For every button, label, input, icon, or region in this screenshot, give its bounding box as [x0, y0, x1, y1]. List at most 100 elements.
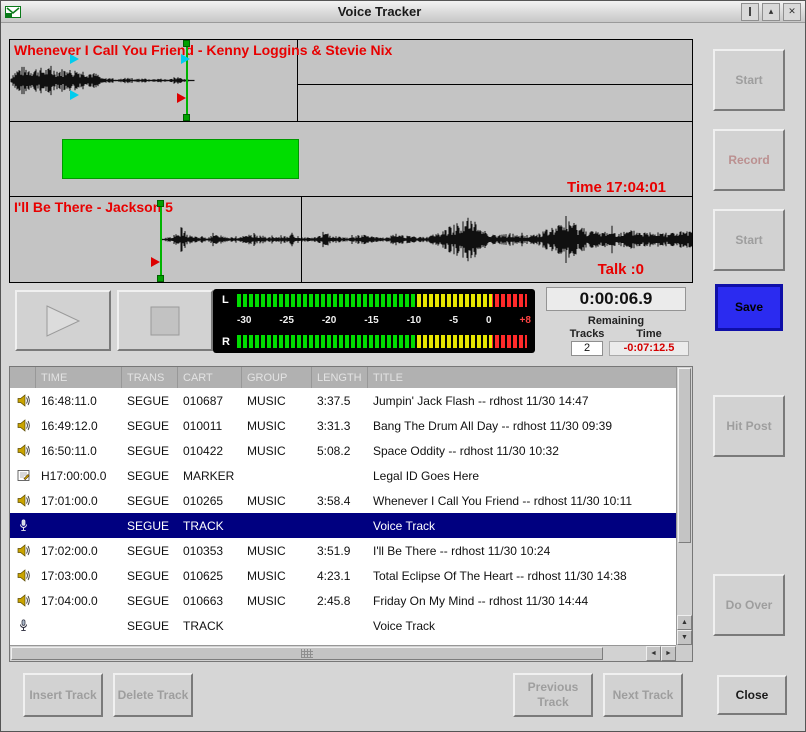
hit-post-button[interactable]: Hit Post: [713, 395, 785, 457]
remaining-time-label: Time: [619, 328, 679, 340]
fade-marker-icon[interactable]: [70, 90, 79, 100]
cell-title: Space Oddity -- rdhost 11/30 10:32: [368, 444, 676, 458]
scroll-left-button[interactable]: ◄: [646, 646, 661, 661]
cell-cart: TRACK: [178, 519, 242, 533]
column-trans[interactable]: TRANS: [122, 367, 178, 388]
scroll-up-button[interactable]: ▲: [677, 615, 692, 630]
delete-track-button[interactable]: Delete Track: [113, 673, 193, 717]
cell-time: 16:49:12.0: [36, 419, 122, 433]
scale-overload-tick: +8: [520, 315, 531, 326]
column-group[interactable]: GROUP: [242, 367, 312, 388]
speaker-icon: [10, 569, 36, 582]
track-start-cursor[interactable]: [186, 40, 188, 121]
column-icon: [10, 367, 36, 388]
meter-left-bar: [237, 294, 527, 307]
arrow-up-icon: ▲: [681, 619, 688, 626]
current-time-caption: Time 17:04:01: [567, 179, 666, 196]
shade-button[interactable]: ▴: [762, 3, 780, 21]
cell-group: MUSIC: [242, 569, 312, 583]
shade-icon: ▴: [769, 6, 774, 17]
table-row-selected[interactable]: SEGUE TRACK Voice Track: [10, 513, 676, 538]
log-table: TIME TRANS CART GROUP LENGTH TITLE 16:48…: [9, 366, 693, 662]
scroll-right-button[interactable]: ►: [661, 646, 676, 661]
pin-button[interactable]: [741, 3, 759, 21]
scale-tick: -30: [237, 315, 251, 326]
table-row[interactable]: H17:00:00.0 SEGUE MARKER Legal ID Goes H…: [10, 463, 676, 488]
column-time[interactable]: TIME: [36, 367, 122, 388]
stop-icon: [150, 306, 180, 336]
titlebar[interactable]: Voice Tracker ▴ ✕: [1, 1, 805, 23]
table-row[interactable]: 16:48:11.0 SEGUE 010687 MUSIC 3:37.5 Jum…: [10, 388, 676, 413]
record-button[interactable]: Record: [713, 129, 785, 191]
stop-button[interactable]: [117, 290, 213, 351]
remaining-label: Remaining: [546, 315, 686, 327]
track-start-cursor[interactable]: [160, 202, 162, 282]
arrow-left-icon: ◄: [650, 650, 657, 657]
talk-time-caption: Talk :0: [598, 261, 644, 278]
cell-time: 17:03:00.0: [36, 569, 122, 583]
scale-tick: -15: [364, 315, 378, 326]
start-track2-button[interactable]: Start: [713, 209, 785, 271]
button-label: Record: [728, 153, 769, 168]
close-window-button[interactable]: ✕: [783, 3, 801, 21]
remaining-tracks-value: 2: [571, 341, 603, 356]
previous-track-button[interactable]: Previous Track: [513, 673, 593, 717]
insert-track-button[interactable]: Insert Track: [23, 673, 103, 717]
table-row[interactable]: 17:03:00.0 SEGUE 010625 MUSIC 4:23.1 Tot…: [10, 563, 676, 588]
table-row[interactable]: 17:01:00.0 SEGUE 010265 MUSIC 3:58.4 Whe…: [10, 488, 676, 513]
next-track-button[interactable]: Next Track: [603, 673, 683, 717]
vertical-scrollbar-thumb[interactable]: [678, 368, 691, 543]
meter-right-bar: [237, 335, 527, 348]
table-row[interactable]: SEGUE TRACK Voice Track: [10, 613, 676, 638]
voice-track-region[interactable]: [62, 139, 299, 179]
close-icon: ✕: [788, 6, 796, 17]
voicetrack-strip[interactable]: Time 17:04:01: [10, 122, 692, 197]
cell-title: Jumpin' Jack Flash -- rdhost 11/30 14:47: [368, 394, 676, 408]
table-row[interactable]: 17:04:00.0 SEGUE 010663 MUSIC 2:45.8 Fri…: [10, 588, 676, 613]
cell-title: Total Eclipse Of The Heart -- rdhost 11/…: [368, 569, 676, 583]
meter-right-label: R: [222, 336, 230, 348]
cursor-handle[interactable]: [183, 114, 190, 121]
scrollbar-grip: [301, 649, 313, 658]
do-over-button[interactable]: Do Over: [713, 574, 785, 636]
button-label: Close: [736, 688, 769, 703]
segue-marker-icon[interactable]: [181, 54, 190, 64]
play-button[interactable]: [15, 290, 111, 351]
start-marker-icon[interactable]: [177, 93, 186, 103]
cell-time: 17:02:00.0: [36, 544, 122, 558]
close-button[interactable]: Close: [717, 675, 787, 715]
cell-title: I'll Be There -- rdhost 11/30 10:24: [368, 544, 676, 558]
cell-cart: 010687: [178, 394, 242, 408]
start-track1-button[interactable]: Start: [713, 49, 785, 111]
save-button[interactable]: Save: [715, 284, 783, 331]
cursor-handle[interactable]: [183, 40, 190, 47]
track-end-line: [297, 84, 692, 85]
cell-trans: SEGUE: [122, 619, 178, 633]
cell-title: Friday On My Mind -- rdhost 11/30 14:44: [368, 594, 676, 608]
cell-time: 16:50:11.0: [36, 444, 122, 458]
column-title[interactable]: TITLE: [368, 367, 676, 388]
column-cart[interactable]: CART: [178, 367, 242, 388]
track2-strip[interactable]: I'll Be There - Jackson 5 Talk :0: [10, 197, 692, 282]
table-row[interactable]: 16:50:11.0 SEGUE 010422 MUSIC 5:08.2 Spa…: [10, 438, 676, 463]
log-table-body: 16:48:11.0 SEGUE 010687 MUSIC 3:37.5 Jum…: [10, 388, 676, 645]
cell-length: 3:51.9: [312, 544, 368, 558]
track1-strip[interactable]: Whenever I Call You Friend - Kenny Loggi…: [10, 40, 692, 122]
audio-level-meter: L -30 -25 -20 -15 -10 -5 0 +8 R: [213, 289, 535, 353]
scale-tick: -10: [407, 315, 421, 326]
vertical-scrollbar[interactable]: ▲ ▼: [676, 367, 692, 645]
button-label: Delete Track: [118, 688, 189, 703]
scroll-down-button[interactable]: ▼: [677, 630, 692, 645]
cursor-handle[interactable]: [157, 200, 164, 207]
start-marker-icon[interactable]: [151, 257, 160, 267]
column-length[interactable]: LENGTH: [312, 367, 368, 388]
horizontal-scrollbar-thumb[interactable]: [11, 647, 603, 660]
cursor-handle[interactable]: [157, 275, 164, 282]
horizontal-scrollbar[interactable]: ◄ ►: [10, 645, 676, 661]
cell-trans: SEGUE: [122, 469, 178, 483]
speaker-icon: [10, 544, 36, 557]
microphone-icon: [10, 619, 36, 632]
fade-marker-icon[interactable]: [70, 54, 79, 64]
table-row[interactable]: 17:02:00.0 SEGUE 010353 MUSIC 3:51.9 I'l…: [10, 538, 676, 563]
table-row[interactable]: 16:49:12.0 SEGUE 010011 MUSIC 3:31.3 Ban…: [10, 413, 676, 438]
